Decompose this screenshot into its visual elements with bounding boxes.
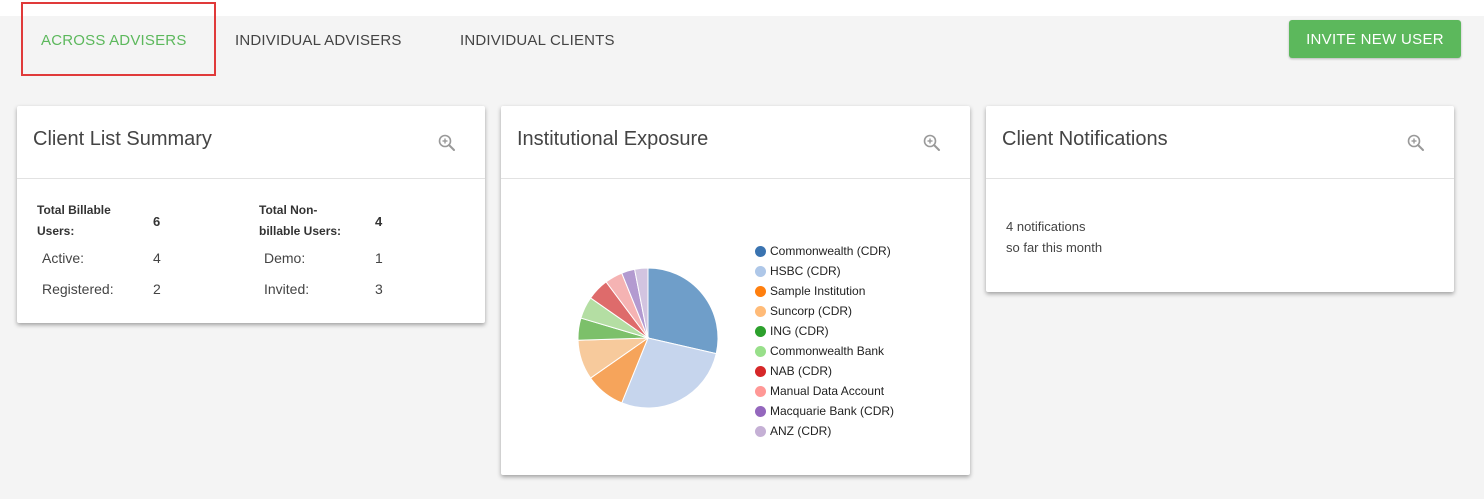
legend-swatch (755, 365, 766, 377)
legend-swatch (755, 245, 766, 257)
legend-label: Suncorp (CDR) (770, 304, 853, 318)
legend-label: Commonwealth Bank (770, 344, 885, 358)
institutional-exposure-card: Institutional Exposure Commonwealth (CDR… (501, 106, 970, 475)
zoom-in-icon[interactable] (437, 133, 457, 153)
card-title: Institutional Exposure (517, 128, 709, 150)
exposure-pie-chart (577, 267, 719, 409)
legend-swatch (755, 305, 766, 317)
chart-legend: Commonwealth (CDR) HSBC (CDR) Sample Insti… (755, 241, 894, 441)
invite-new-user-button[interactable]: INVITE NEW USER (1289, 20, 1461, 58)
legend-item[interactable]: HSBC (CDR) (755, 261, 894, 281)
legend-item[interactable]: NAB (CDR) (755, 361, 894, 381)
legend-label: ING (CDR) (770, 324, 829, 338)
card-title: Client Notifications (1002, 128, 1168, 150)
legend-label: Manual Data Account (770, 384, 885, 398)
active-label: Active: (42, 250, 85, 266)
total-nonbillable-label-line1: Total Non- (259, 203, 318, 217)
notifications-period: so far this month (1006, 240, 1103, 255)
tab-bar: ACROSS ADVISERS INDIVIDUAL ADVISERS INDI… (0, 2, 1484, 86)
total-nonbillable-label-line2: billable Users: (259, 224, 342, 238)
tab-across-advisers[interactable]: ACROSS ADVISERS (41, 32, 187, 49)
legend-item[interactable]: Sample Institution (755, 281, 894, 301)
card-header: Institutional Exposure (501, 106, 970, 179)
tab-individual-clients[interactable]: INDIVIDUAL CLIENTS (460, 32, 615, 49)
registered-value: 2 (153, 281, 161, 297)
zoom-in-icon[interactable] (1406, 133, 1426, 153)
legend-item[interactable]: Commonwealth Bank (755, 341, 894, 361)
legend-label: HSBC (CDR) (770, 264, 841, 278)
card-header: Client List Summary (17, 106, 485, 179)
legend-swatch (755, 425, 766, 437)
invited-label: Invited: (264, 281, 310, 297)
legend-item[interactable]: Suncorp (CDR) (755, 301, 894, 321)
tab-individual-advisers[interactable]: INDIVIDUAL ADVISERS (235, 32, 402, 49)
legend-label: ANZ (CDR) (770, 424, 832, 438)
registered-label: Registered: (42, 281, 114, 297)
legend-swatch (755, 345, 766, 357)
legend-item[interactable]: Manual Data Account (755, 381, 894, 401)
total-billable-label-line1: Total Billable (37, 203, 111, 217)
invited-value: 3 (375, 281, 383, 297)
total-nonbillable-value: 4 (375, 214, 383, 229)
total-billable-value: 6 (153, 214, 161, 229)
legend-swatch (755, 385, 766, 397)
legend-label: Commonwealth (CDR) (770, 244, 891, 258)
legend-swatch (755, 405, 766, 417)
notifications-count: 4 notifications (1006, 219, 1086, 234)
card-title: Client List Summary (33, 128, 212, 150)
legend-item[interactable]: ING (CDR) (755, 321, 894, 341)
legend-item[interactable]: Macquarie Bank (CDR) (755, 401, 894, 421)
legend-label: Macquarie Bank (CDR) (770, 404, 895, 418)
demo-label: Demo: (264, 250, 306, 266)
total-nonbillable-label: Total Non- billable Users: (259, 200, 341, 242)
legend-item[interactable]: Commonwealth (CDR) (755, 241, 894, 261)
top-strip (0, 0, 1484, 16)
legend-label: Sample Institution (770, 284, 866, 298)
card-header: Client Notifications (986, 106, 1454, 179)
legend-label: NAB (CDR) (770, 364, 832, 378)
client-notifications-card: Client Notifications 4 notifications so … (986, 106, 1454, 292)
total-billable-label-line2: Users: (37, 224, 75, 238)
zoom-in-icon[interactable] (922, 133, 942, 153)
client-list-summary-card: Client List Summary Total Billable Users… (17, 106, 485, 323)
notifications-summary: 4 notifications so far this month (1006, 216, 1102, 258)
active-value: 4 (153, 250, 161, 266)
legend-swatch (755, 325, 766, 337)
total-billable-label: Total Billable Users: (37, 200, 111, 242)
demo-value: 1 (375, 250, 383, 266)
legend-swatch (755, 285, 766, 297)
legend-item[interactable]: ANZ (CDR) (755, 421, 894, 441)
legend-swatch (755, 265, 766, 277)
